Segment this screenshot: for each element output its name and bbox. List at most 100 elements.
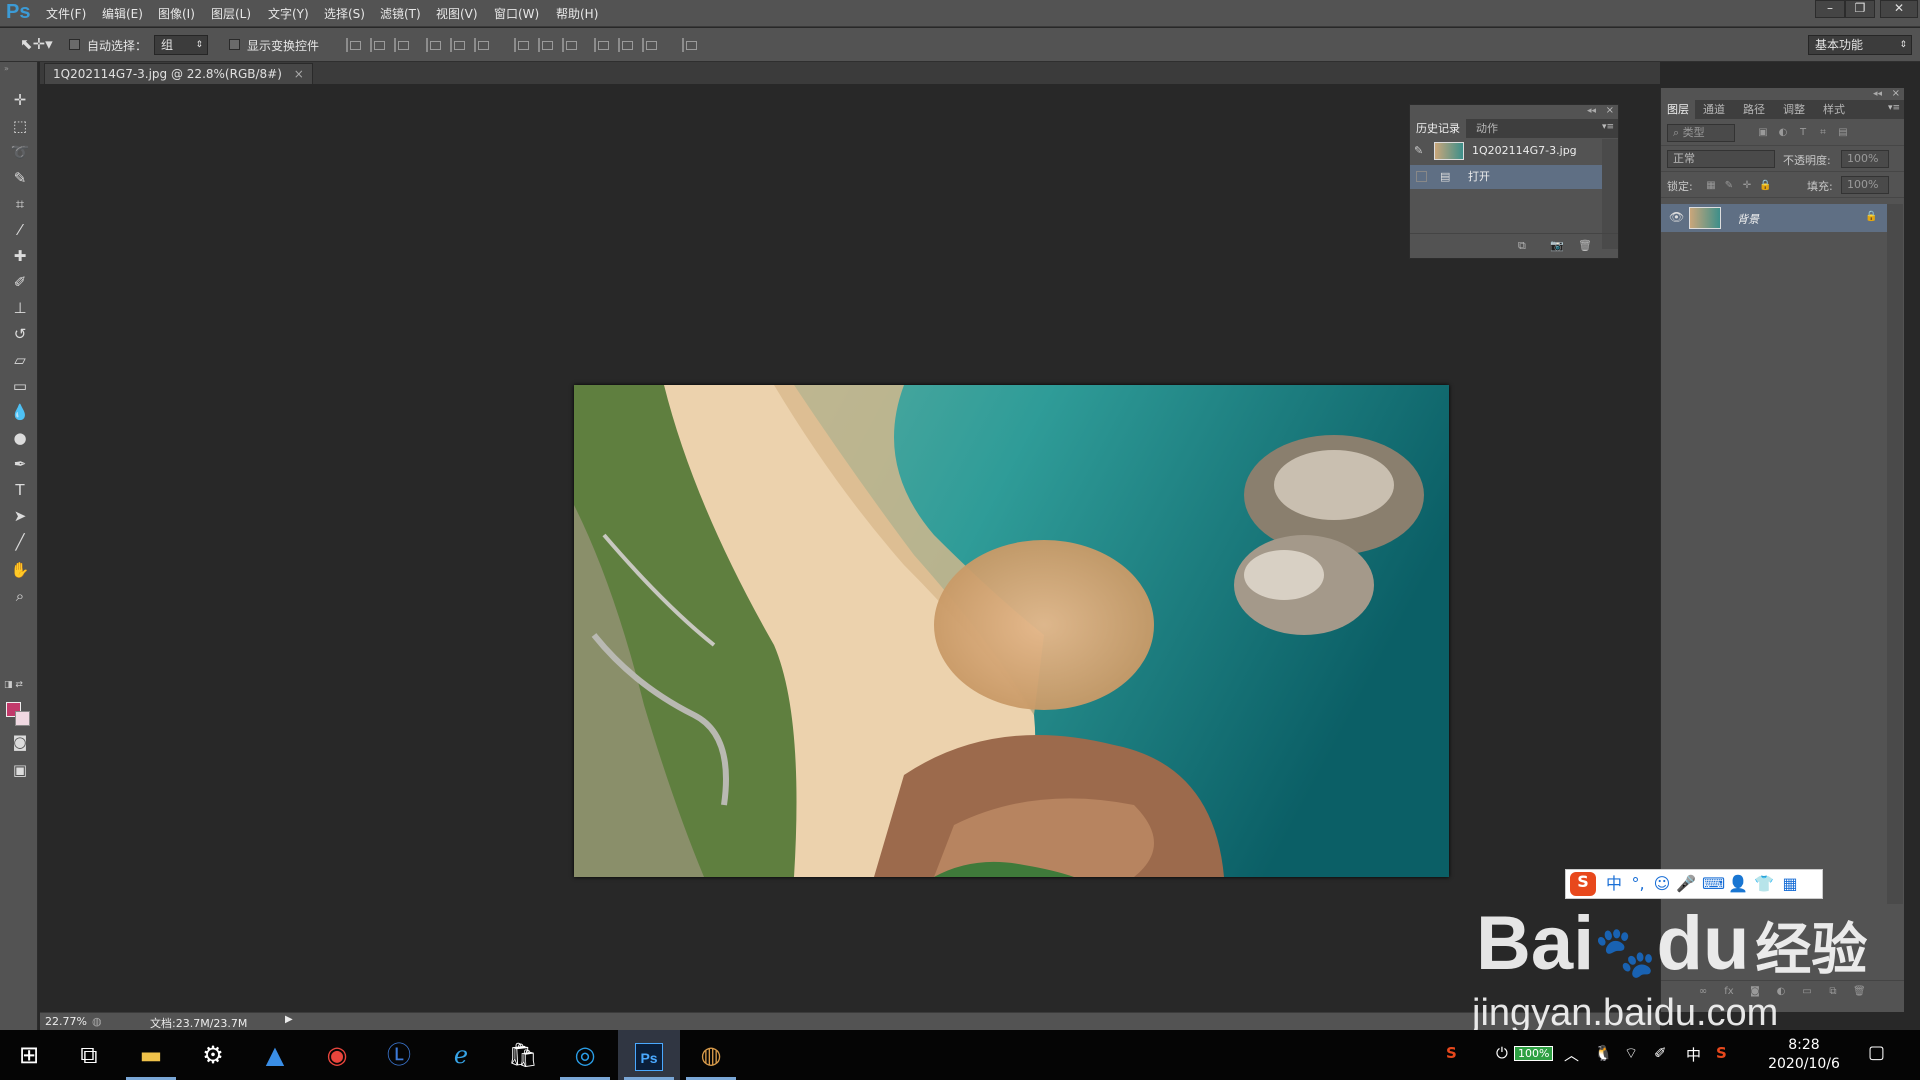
menu-type[interactable]: 文字(Y) <box>268 5 309 22</box>
restore-button[interactable]: ❐ <box>1845 0 1875 18</box>
close-panel-icon[interactable]: × <box>1606 105 1614 116</box>
collapse-icon[interactable]: ◂◂ <box>1587 106 1596 116</box>
background-color-swatch[interactable] <box>15 711 30 726</box>
tab-paths[interactable]: 路径 <box>1737 100 1771 119</box>
default-colors-icon[interactable]: ◨ ⇄ <box>4 680 23 690</box>
shape-filter-icon[interactable]: ⌗ <box>1817 127 1829 139</box>
windows-start-icon[interactable]: ⊞ <box>0 1030 58 1080</box>
layer-name[interactable]: 背景 <box>1737 211 1759 227</box>
opacity-input[interactable]: 100% <box>1841 150 1889 168</box>
notification-icon[interactable]: ▢ <box>1868 1042 1885 1063</box>
collapse-icon[interactable]: » <box>4 64 9 73</box>
wifi-icon[interactable]: ⌔ <box>1624 1044 1638 1063</box>
brush-tool-icon[interactable]: ✐ <box>9 272 31 292</box>
qq-icon[interactable]: 🐧 <box>1594 1044 1613 1062</box>
tab-channels[interactable]: 通道 <box>1697 100 1731 119</box>
status-menu-arrow-icon[interactable]: ▶ <box>285 1014 293 1025</box>
eraser-tool-icon[interactable]: ▱ <box>9 350 31 370</box>
camera-icon[interactable]: 📷 <box>1550 239 1564 252</box>
document-tab[interactable]: 1Q202114G7-3.jpg @ 22.8%(RGB/8#) × <box>44 63 313 84</box>
chevron-up-icon[interactable]: ︿ <box>1564 1044 1579 1065</box>
auto-align-icon[interactable] <box>682 38 697 52</box>
auto-select-dropdown[interactable]: 组 ⇕ <box>154 35 208 55</box>
smart-object-filter-icon[interactable]: ▤ <box>1837 127 1849 139</box>
clock[interactable]: 8:28 2020/10/6 <box>1764 1036 1844 1074</box>
path-select-tool-icon[interactable]: ➤ <box>9 506 31 526</box>
ime-tray-language[interactable]: 中 <box>1686 1044 1701 1065</box>
marquee-tool-icon[interactable]: ⬚ <box>9 116 31 136</box>
user-icon[interactable]: 👤 <box>1728 874 1748 894</box>
healing-brush-tool-icon[interactable]: ✚ <box>9 246 31 266</box>
trash-icon[interactable]: 🗑 <box>1578 239 1592 252</box>
workspace-dropdown[interactable]: 基本功能 ⇕ <box>1808 35 1912 55</box>
layer-row[interactable]: 👁 背景 🔒 <box>1661 204 1887 232</box>
move-tool-icon[interactable]: ✛ <box>9 90 31 110</box>
distribute-top-icon[interactable] <box>514 38 529 52</box>
align-right-icon[interactable] <box>474 38 489 52</box>
align-hcenter-icon[interactable] <box>450 38 465 52</box>
tab-actions[interactable]: 动作 <box>1470 119 1504 138</box>
chrome-icon[interactable]: ◉ <box>306 1030 368 1080</box>
eyedropper-tool-icon[interactable]: ⁄ <box>9 220 31 240</box>
fill-input[interactable]: 100% <box>1841 176 1889 194</box>
close-button[interactable]: ✕ <box>1880 0 1918 18</box>
history-step-row[interactable]: ▤ 打开 <box>1410 165 1602 189</box>
tab-styles[interactable]: 样式 <box>1817 100 1851 119</box>
panel-menu-icon[interactable]: ▾≡ <box>1602 122 1614 132</box>
document-image[interactable] <box>574 385 1449 877</box>
file-explorer-icon[interactable]: ▬ <box>120 1030 182 1080</box>
menu-view[interactable]: 视图(V) <box>436 5 478 22</box>
lock-position-icon[interactable]: ✛ <box>1741 180 1753 192</box>
toolbox-icon[interactable]: ▦ <box>1780 874 1800 894</box>
menu-help[interactable]: 帮助(H) <box>556 5 598 22</box>
show-transform-checkbox[interactable] <box>229 39 240 50</box>
emoji-icon[interactable]: ☺ <box>1652 874 1672 894</box>
lock-all-icon[interactable]: 🔒 <box>1759 180 1771 192</box>
menu-file[interactable]: 文件(F) <box>46 5 86 22</box>
screen-mode-icon[interactable]: ▣ <box>9 760 31 780</box>
tab-adjustments[interactable]: 调整 <box>1777 100 1811 119</box>
photoshop-taskbar-icon[interactable]: Ps <box>618 1030 680 1080</box>
distribute-hcenter-icon[interactable] <box>618 38 633 52</box>
history-brush-tool-icon[interactable]: ↺ <box>9 324 31 344</box>
menu-image[interactable]: 图像(I) <box>158 5 195 22</box>
tab-close-icon[interactable]: × <box>294 67 304 81</box>
power-plug-icon[interactable]: ⏻ <box>1496 1044 1508 1062</box>
stamp-tool-icon[interactable]: ⊥ <box>9 298 31 318</box>
ime-language-label[interactable]: 中 <box>1604 874 1624 894</box>
image-app-icon[interactable]: ◍ <box>680 1030 742 1080</box>
close-panel-icon[interactable]: × <box>1892 88 1900 99</box>
zoom-level[interactable]: 22.77% <box>45 1015 87 1028</box>
eye-icon[interactable]: 👁 <box>1669 210 1684 224</box>
distribute-bottom-icon[interactable] <box>562 38 577 52</box>
quick-mask-icon[interactable]: ◙ <box>9 732 31 752</box>
layer-filter-dropdown[interactable]: ⌕ 类型 <box>1667 124 1735 142</box>
panel-menu-icon[interactable]: ▾≡ <box>1888 103 1900 113</box>
align-bottom-icon[interactable] <box>394 38 409 52</box>
lock-transparent-icon[interactable]: ▦ <box>1705 180 1717 192</box>
sogou-tray-icon-2[interactable]: S <box>1716 1044 1727 1062</box>
history-snapshot-row[interactable]: ✎ 1Q202114G7-3.jpg <box>1410 139 1602 163</box>
align-top-icon[interactable] <box>346 38 361 52</box>
new-document-from-state-icon[interactable]: ⧉ <box>1518 239 1526 253</box>
pen-tool-icon[interactable]: ✒ <box>9 454 31 474</box>
quick-select-tool-icon[interactable]: ✎ <box>9 168 31 188</box>
history-brush-source-icon[interactable]: ✎ <box>1414 139 1423 163</box>
lasso-tool-icon[interactable]: ➰ <box>9 142 31 162</box>
adjustment-filter-icon[interactable]: ◐ <box>1777 127 1789 139</box>
zoom-tool-icon[interactable]: ⌕ <box>9 586 31 606</box>
align-vcenter-icon[interactable] <box>370 38 385 52</box>
tab-history[interactable]: 历史记录 <box>1410 119 1466 138</box>
menu-edit[interactable]: 编辑(E) <box>102 5 143 22</box>
task-view-icon[interactable]: ⧉ <box>58 1030 120 1080</box>
distribute-left-icon[interactable] <box>594 38 609 52</box>
type-filter-icon[interactable]: T <box>1797 127 1809 139</box>
line-tool-icon[interactable]: ╱ <box>9 532 31 552</box>
sogou-logo-icon[interactable]: S <box>1570 872 1596 896</box>
gradient-tool-icon[interactable]: ▭ <box>9 376 31 396</box>
battery-level[interactable]: 100% <box>1514 1046 1554 1061</box>
search-app-icon[interactable]: ◎ <box>554 1030 616 1080</box>
history-brush-source-icon[interactable] <box>1416 171 1427 182</box>
distribute-right-icon[interactable] <box>642 38 657 52</box>
share-icon[interactable]: ◍ <box>92 1015 102 1028</box>
